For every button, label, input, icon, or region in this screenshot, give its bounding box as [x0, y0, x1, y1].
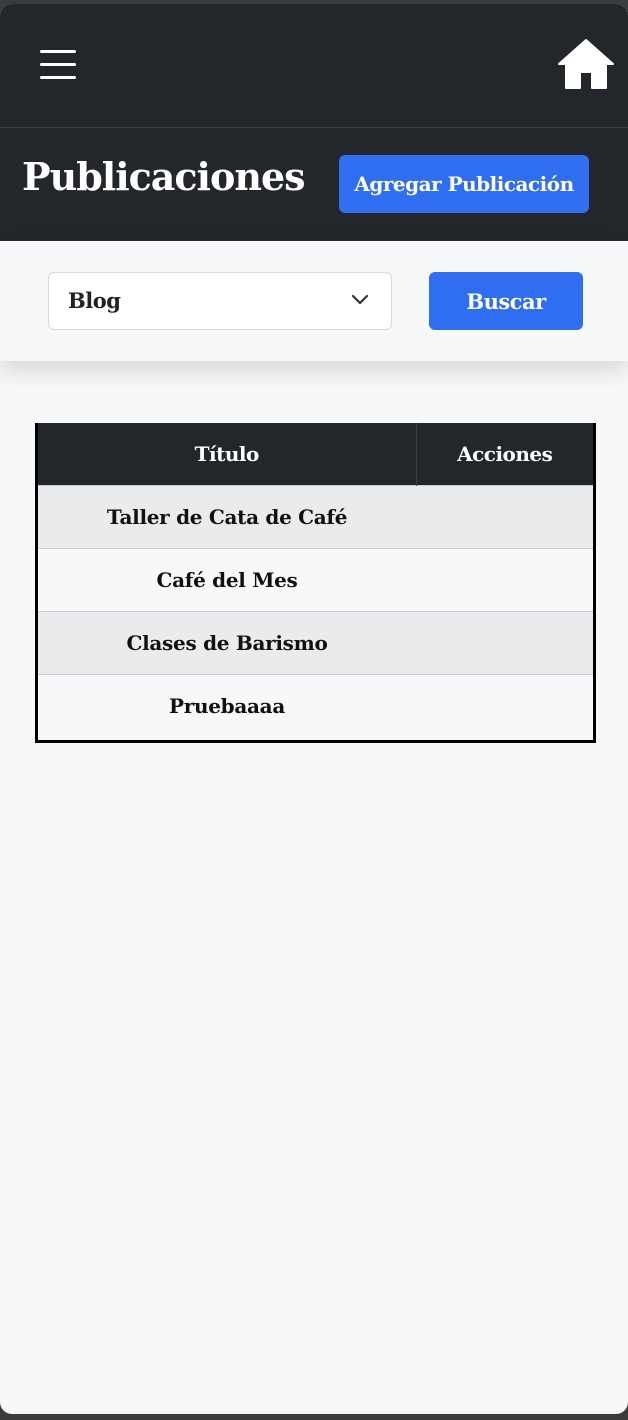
hamburger-line	[40, 50, 76, 53]
category-select-value: Blog	[68, 288, 121, 313]
row-actions	[416, 547, 593, 611]
category-select[interactable]: Blog	[48, 272, 392, 330]
publications-table: Título Acciones Taller de Cata de Café C…	[35, 423, 596, 743]
row-actions	[416, 610, 593, 674]
row-title: Taller de Cata de Café	[38, 484, 416, 548]
add-publication-button[interactable]: Agregar Publicación	[339, 155, 589, 213]
app-frame: Publicaciones Agregar Publicación Blog B…	[0, 4, 628, 1414]
hamburger-line	[40, 63, 76, 66]
row-title: Café del Mes	[38, 547, 416, 611]
row-actions	[416, 673, 593, 737]
row-title: Pruebaaaa	[38, 673, 416, 737]
column-header-actions: Acciones	[416, 423, 593, 485]
row-actions	[416, 484, 593, 548]
top-nav-bar	[0, 4, 628, 128]
row-title: Clases de Barismo	[38, 610, 416, 674]
search-button[interactable]: Buscar	[429, 272, 583, 330]
chevron-down-icon	[351, 294, 369, 305]
home-icon[interactable]	[557, 38, 615, 90]
page-header: Publicaciones Agregar Publicación	[0, 128, 628, 241]
column-header-title: Título	[38, 423, 417, 485]
hamburger-line	[40, 76, 76, 79]
table-row: Café del Mes	[38, 547, 593, 611]
hamburger-menu-icon[interactable]	[40, 50, 76, 80]
table-header-row: Título Acciones	[38, 423, 593, 485]
page-title: Publicaciones	[22, 154, 306, 199]
table-row: Pruebaaaa	[38, 673, 593, 737]
table-row: Taller de Cata de Café	[38, 484, 593, 548]
table-row: Clases de Barismo	[38, 610, 593, 674]
filter-bar: Blog Buscar	[0, 241, 628, 361]
